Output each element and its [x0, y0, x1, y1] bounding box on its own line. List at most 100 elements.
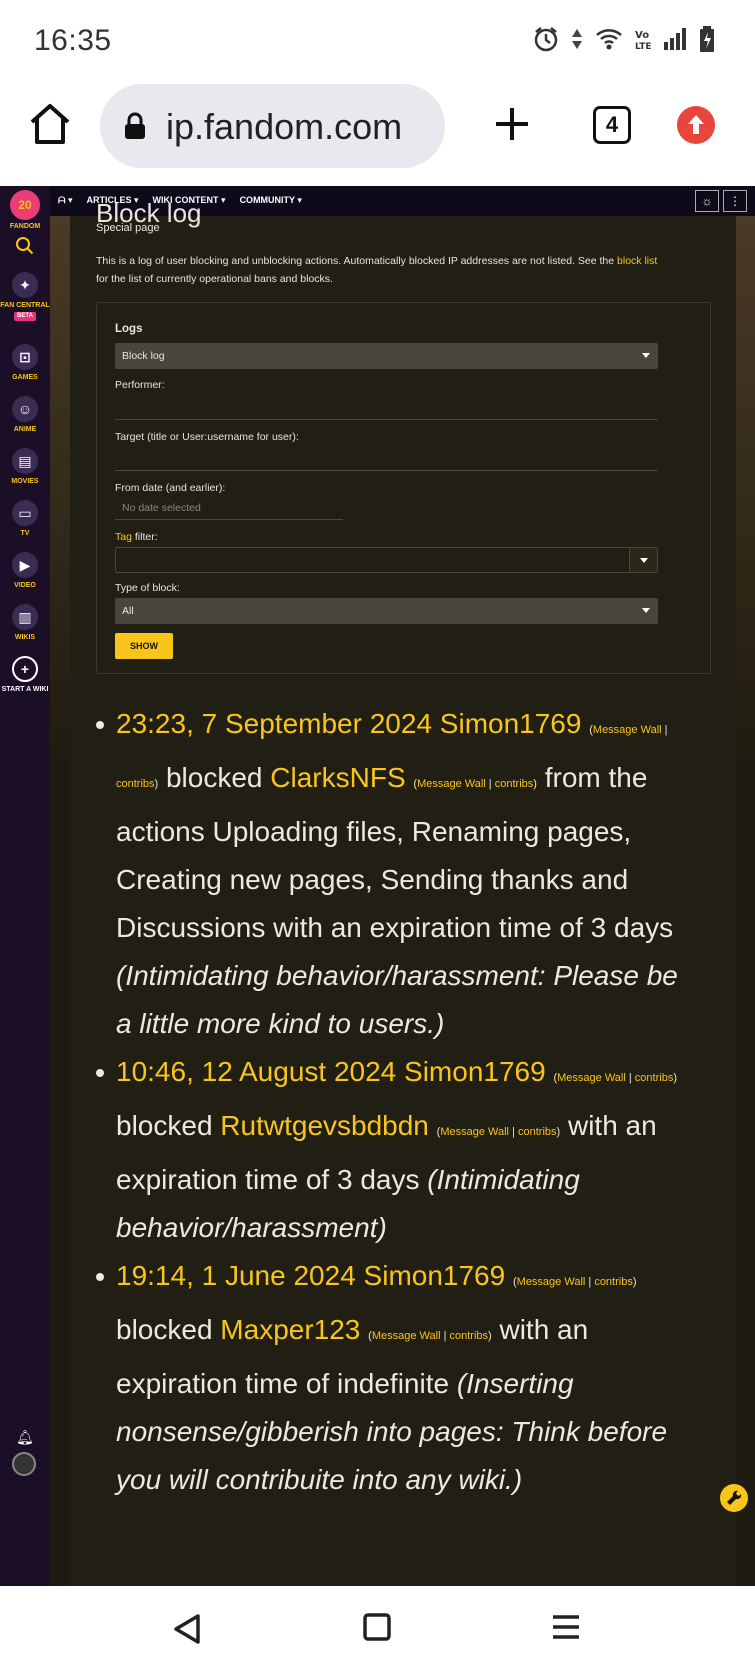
entry-timestamp-link[interactable]: 10:46, 12 August 2024: [116, 1056, 396, 1087]
performer-tools: (Message Wall | contribs): [512, 1276, 637, 1288]
target-input[interactable]: [115, 470, 658, 471]
log-filter-form: Logs Block log Performer: Target (title …: [96, 302, 711, 674]
nav-community-label: COMMUNITY: [239, 195, 295, 205]
fandom-page: 20 FANDOM ✦ FAN CENTRAL BETA ⊡ GAMES ☺ A…: [0, 186, 755, 1586]
tag-dropdown-button[interactable]: [629, 548, 657, 572]
background-art-left: [50, 216, 70, 1586]
entry-target-link[interactable]: ClarksNFS: [270, 762, 405, 793]
battery-icon: [700, 26, 714, 52]
sidebar-label: START A WIKI: [1, 686, 49, 693]
status-time: 16:35: [34, 24, 112, 57]
message-wall-link[interactable]: Message Wall: [417, 778, 486, 790]
sidebar-item-wikis[interactable]: ▥ WIKIS: [0, 604, 50, 642]
tag-link[interactable]: Tag: [115, 531, 132, 543]
logs-select[interactable]: Block log: [115, 343, 658, 369]
list-item: 19:14, 1 June 2024 Simon1769 (Message Wa…: [96, 1252, 696, 1504]
list-item: 23:23, 7 September 2024 Simon1769 (Messa…: [96, 700, 696, 1048]
from-date-input[interactable]: No date selected: [115, 498, 343, 520]
sidebar-label: VIDEO: [14, 582, 36, 589]
entry-target-link[interactable]: Rutwtgevsbdbdn: [220, 1110, 429, 1141]
target-tools: (Message Wall | contribs): [413, 778, 537, 790]
theme-toggle-icon[interactable]: ☼: [695, 190, 719, 212]
fandom-logo-icon: 20: [10, 190, 40, 220]
browser-toolbar: ip.fandom.com 4: [0, 80, 755, 186]
entry-target-link[interactable]: Maxper123: [220, 1314, 360, 1345]
sidebar-item-fan-central[interactable]: ✦ FAN CENTRAL BETA: [0, 272, 50, 321]
entry-reason: (Intimidating behavior/harassment: Pleas…: [116, 960, 678, 1039]
entry-performer-link[interactable]: Simon1769: [404, 1056, 546, 1087]
block-type-label: Type of block:: [115, 582, 180, 594]
block-type-value: All: [122, 605, 134, 617]
search-icon: [16, 237, 34, 255]
tabs-icon[interactable]: 4: [593, 106, 631, 144]
plus-icon[interactable]: [492, 104, 532, 144]
status-bar: 16:35 Vo LTE: [0, 0, 755, 80]
update-icon[interactable]: [677, 106, 715, 144]
performer-input[interactable]: [115, 419, 658, 420]
notifications-icon[interactable]: 🔔︎: [16, 1429, 34, 1446]
sidebar-item-search[interactable]: [0, 236, 50, 256]
intro-end: for the list of currently operational ba…: [96, 273, 333, 285]
more-options-icon[interactable]: ⋮: [723, 190, 747, 212]
sidebar-item-fandom[interactable]: 20 FANDOM: [0, 190, 50, 231]
sidebar-item-start-a-wiki[interactable]: + START A WIKI: [0, 656, 50, 694]
sidebar-item-anime[interactable]: ☺ ANIME: [0, 396, 50, 434]
sidebar-item-movies[interactable]: ▤ MOVIES: [0, 448, 50, 486]
performer-tools: (Message Wall | contribs): [553, 1072, 677, 1084]
entry-performer-link[interactable]: Simon1769: [364, 1260, 506, 1291]
sidebar-label: FAN CENTRAL: [0, 302, 50, 309]
wrench-icon[interactable]: [720, 1484, 748, 1512]
sidebar-label: ANIME: [13, 426, 37, 433]
message-wall-link[interactable]: Message Wall: [557, 1072, 626, 1084]
sidebar-label: FANDOM: [9, 223, 41, 230]
message-wall-link[interactable]: Message Wall: [440, 1126, 509, 1138]
page-subtitle: Special page: [96, 222, 160, 234]
message-wall-link[interactable]: Message Wall: [517, 1276, 586, 1288]
sidebar-item-video[interactable]: ▶ VIDEO: [0, 552, 50, 590]
chevron-down-icon: [642, 608, 650, 613]
anime-icon: ☺: [12, 396, 38, 422]
background-art-right: [736, 216, 755, 1586]
block-type-select[interactable]: All: [115, 598, 658, 624]
contribs-link[interactable]: contribs: [495, 778, 534, 790]
home-square-icon[interactable]: [362, 1612, 392, 1642]
block-list-link[interactable]: block list: [617, 255, 657, 267]
entry-timestamp-link[interactable]: 19:14, 1 June 2024: [116, 1260, 356, 1291]
sidebar-item-games[interactable]: ⊡ GAMES: [0, 344, 50, 382]
entry-action: blocked: [116, 1110, 221, 1141]
address-bar[interactable]: ip.fandom.com: [100, 84, 445, 168]
contribs-link[interactable]: contribs: [116, 778, 155, 790]
nav-community[interactable]: COMMUNITY ▾: [240, 195, 302, 206]
system-nav-bar: [0, 1586, 755, 1678]
contribs-link[interactable]: contribs: [635, 1072, 674, 1084]
fandom-sidebar: 20 FANDOM ✦ FAN CENTRAL BETA ⊡ GAMES ☺ A…: [0, 186, 50, 1586]
menu-icon[interactable]: [551, 1612, 581, 1642]
entry-timestamp-link[interactable]: 23:23, 7 September 2024: [116, 708, 432, 739]
contribs-link[interactable]: contribs: [450, 1330, 489, 1342]
sidebar-item-tv[interactable]: ▭ TV: [0, 500, 50, 538]
message-wall-link[interactable]: Message Wall: [593, 724, 662, 736]
from-date-placeholder: No date selected: [122, 502, 201, 514]
back-icon[interactable]: [170, 1612, 204, 1646]
target-tools: (Message Wall | contribs): [368, 1330, 492, 1342]
tv-icon: ▭: [12, 500, 38, 526]
from-date-label: From date (and earlier):: [115, 482, 226, 494]
home-icon[interactable]: [28, 102, 72, 146]
logs-label: Logs: [115, 323, 143, 335]
rocket-icon: ✦: [12, 272, 38, 298]
main-content: Block log Special page This is a log of …: [70, 198, 736, 1586]
avatar[interactable]: [12, 1452, 36, 1476]
signal-icon: [664, 28, 686, 50]
contribs-link[interactable]: contribs: [594, 1276, 633, 1288]
wiki-home-icon[interactable]: ᗩ ▾: [58, 195, 73, 206]
show-button[interactable]: SHOW: [115, 633, 173, 659]
tag-filter-input[interactable]: [115, 547, 658, 573]
entry-performer-link[interactable]: Simon1769: [440, 708, 582, 739]
contribs-link[interactable]: contribs: [518, 1126, 557, 1138]
message-wall-link[interactable]: Message Wall: [372, 1330, 441, 1342]
block-log-list: 23:23, 7 September 2024 Simon1769 (Messa…: [96, 700, 696, 1504]
alarm-icon: [534, 27, 558, 52]
tag-filter-label: Tag filter:: [115, 531, 158, 543]
sidebar-label: TV: [20, 530, 30, 537]
wiki-tools: ☼ ⋮: [695, 190, 747, 212]
